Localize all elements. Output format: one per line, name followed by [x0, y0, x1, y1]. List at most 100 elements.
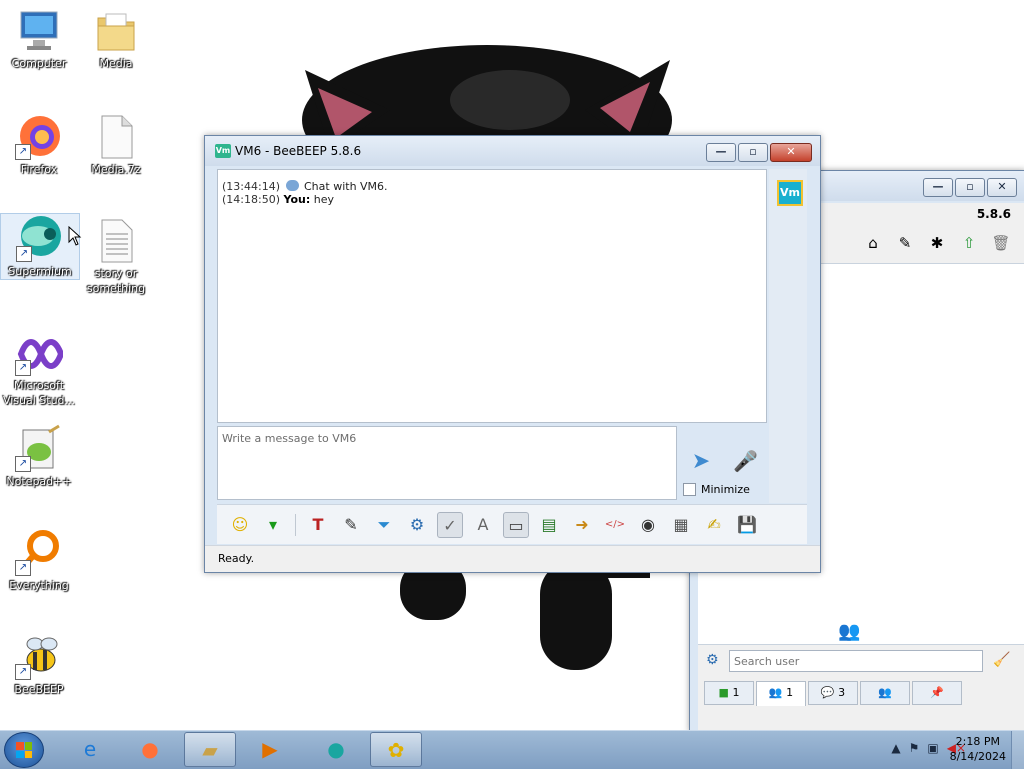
shortcut-arrow-icon: ↗	[15, 144, 31, 160]
export-icon[interactable]: ➜	[569, 512, 595, 538]
maximize-button[interactable]: ▫	[738, 143, 768, 162]
emoticon-icon[interactable]: ☺	[227, 512, 253, 538]
desktop-icon-label: BeeBEEP	[14, 683, 64, 696]
desktop-icon-supermium[interactable]: ↗ Supermium	[0, 213, 80, 280]
filter-icon[interactable]: ⏷	[371, 512, 397, 538]
desktop-icon-visual-studio[interactable]: ↗ Microsoft Visual Stud...	[0, 328, 78, 408]
desktop-icon-label: Supermium	[8, 265, 72, 278]
message-text: Chat with VM6.	[304, 180, 388, 193]
message-time: (14:18:50)	[222, 193, 280, 206]
windows-logo-icon	[16, 742, 32, 758]
desktop-icon-beebeep[interactable]: ↗ BeeBEEP	[0, 632, 78, 697]
taskbar-firefox[interactable]: ●	[124, 732, 176, 767]
desktop-icon-label: Microsoft Visual Stud...	[2, 379, 76, 407]
chat-bubble-icon	[285, 180, 299, 191]
supermium-icon: ↗	[16, 214, 64, 262]
tab-count: 3	[838, 686, 846, 699]
network-icon[interactable]: ▣	[927, 741, 938, 755]
send-icon[interactable]: ➤	[685, 448, 717, 476]
close-icon: ✕	[997, 180, 1007, 193]
taskbar: e ● ▰ ▶ ● ✿ ▲ ⚑ ▣ ◀× 2:18 PM 8/14/2024	[0, 730, 1024, 769]
maximize-button[interactable]: ▫	[955, 178, 985, 197]
visual-studio-icon: ↗	[15, 328, 65, 376]
search-row: ⚙ 🧹	[698, 649, 1024, 675]
font-icon[interactable]: T	[305, 512, 331, 538]
save-icon[interactable]: 💾	[734, 512, 760, 538]
clock[interactable]: 2:18 PM 8/14/2024	[950, 734, 1006, 764]
chat-window-titlebar[interactable]: Vm VM6 - BeeBEEP 5.8.6 — ▫ ✕	[205, 136, 820, 166]
taskbar-ie[interactable]: e	[64, 732, 116, 767]
minimize-button[interactable]: —	[923, 178, 953, 197]
taskbar-media-player[interactable]: ▶	[244, 732, 296, 767]
tab-count: 1	[786, 686, 794, 699]
desktop-icon-label: story or something	[86, 267, 146, 295]
close-button[interactable]: ✕	[770, 143, 812, 162]
desktop-icon-firefox[interactable]: ↗ Firefox	[0, 112, 78, 177]
users-online-icon: ■	[718, 686, 729, 699]
message-input[interactable]: Write a message to VM6	[217, 426, 677, 500]
toolbar-separator	[295, 513, 296, 536]
main-tabs: ■ 1 👥 1 💬 3 👥 📌	[698, 681, 1024, 706]
tab-pin[interactable]: 📌	[912, 681, 962, 705]
message-text: hey	[313, 193, 334, 206]
taskbar-supermium[interactable]: ●	[310, 732, 362, 767]
taskbar-beebeep[interactable]: ✿	[370, 732, 422, 767]
member-avatar[interactable]: Vm	[777, 180, 803, 206]
settings-gear-icon[interactable]: ⚙	[404, 512, 430, 538]
save-chat-icon[interactable]: ▤	[536, 512, 562, 538]
shortcut-arrow-icon: ↗	[15, 664, 31, 680]
clock-date: 8/14/2024	[949, 750, 1006, 763]
keyboard-icon[interactable]: ▦	[668, 512, 694, 538]
desktop-icon-story[interactable]: story or something	[77, 216, 155, 296]
minimize-button[interactable]: —	[706, 143, 736, 162]
firefox-icon: ↗	[15, 112, 63, 160]
color-icon[interactable]: ✎	[338, 512, 364, 538]
desktop-icon-everything[interactable]: ↗ Everything	[0, 528, 78, 593]
tab-chats[interactable]: 💬 3	[808, 681, 858, 705]
spellcheck-icon[interactable]: ✓	[437, 511, 463, 538]
clear-search-icon[interactable]: 🧹	[993, 652, 1010, 668]
taskbar-explorer[interactable]: ▰	[184, 732, 236, 767]
settings-gear-icon[interactable]: ⚙	[706, 652, 719, 668]
microphone-icon[interactable]: 🎤	[733, 446, 758, 476]
notes-icon[interactable]: ✍	[701, 512, 727, 538]
close-button[interactable]: ✕	[987, 178, 1017, 197]
desktop-icon-notepadpp[interactable]: ↗ Notepad++	[0, 424, 78, 489]
desktop-icon-media[interactable]: Media	[77, 6, 155, 71]
groups-icon: 👥	[878, 686, 892, 699]
search-user-input[interactable]	[729, 650, 983, 672]
font-size-icon[interactable]: A	[470, 512, 496, 538]
minimize-checkbox[interactable]	[683, 483, 696, 496]
shortcut-arrow-icon: ↗	[15, 456, 31, 472]
screenshot-icon[interactable]: ◉	[635, 512, 661, 538]
tab-group[interactable]: 👥 1	[756, 681, 806, 706]
show-desktop-button[interactable]	[1011, 731, 1024, 769]
minimize-checkbox-row[interactable]: Minimize	[683, 483, 750, 496]
desktop-icon-media-7z[interactable]: Media.7z	[77, 112, 155, 177]
status-bar: Ready.	[205, 545, 820, 572]
shortcut-arrow-icon: ↗	[16, 246, 32, 262]
tab-groups[interactable]: 👥	[860, 681, 910, 705]
status-text: Ready.	[218, 552, 255, 565]
desktop-icon-label: Computer	[11, 57, 67, 70]
app-icon: Vm	[215, 144, 231, 158]
compact-icon[interactable]: ▭	[503, 511, 529, 538]
shortcut-arrow-icon: ↗	[15, 360, 31, 376]
version-label: 5.8.6	[976, 207, 1011, 221]
tools-icon[interactable]: ✱	[925, 231, 949, 255]
trash-icon[interactable]: 🗑	[989, 231, 1013, 255]
share-icon[interactable]: ⇧	[957, 231, 981, 255]
chat-window[interactable]: Vm VM6 - BeeBEEP 5.8.6 — ▫ ✕ (13:44:14) …	[204, 135, 821, 573]
green-arrow-icon[interactable]: ▾	[260, 512, 286, 538]
desktop-icon-label: Notepad++	[6, 475, 72, 488]
html-icon[interactable]: </>	[602, 512, 628, 538]
start-button[interactable]	[4, 732, 44, 768]
message-placeholder: Write a message to VM6	[222, 432, 357, 445]
edit-icon[interactable]: ✎	[893, 231, 917, 255]
home-icon[interactable]: ⌂	[861, 231, 885, 255]
chat-history[interactable]: (13:44:14) Chat with VM6. (14:18:50) You…	[217, 169, 767, 423]
desktop-icon-computer[interactable]: Computer	[0, 6, 78, 71]
tab-users[interactable]: ■ 1	[704, 681, 754, 705]
action-center-flag-icon[interactable]: ⚑	[909, 741, 920, 755]
show-hidden-icons-icon[interactable]: ▲	[891, 741, 900, 755]
